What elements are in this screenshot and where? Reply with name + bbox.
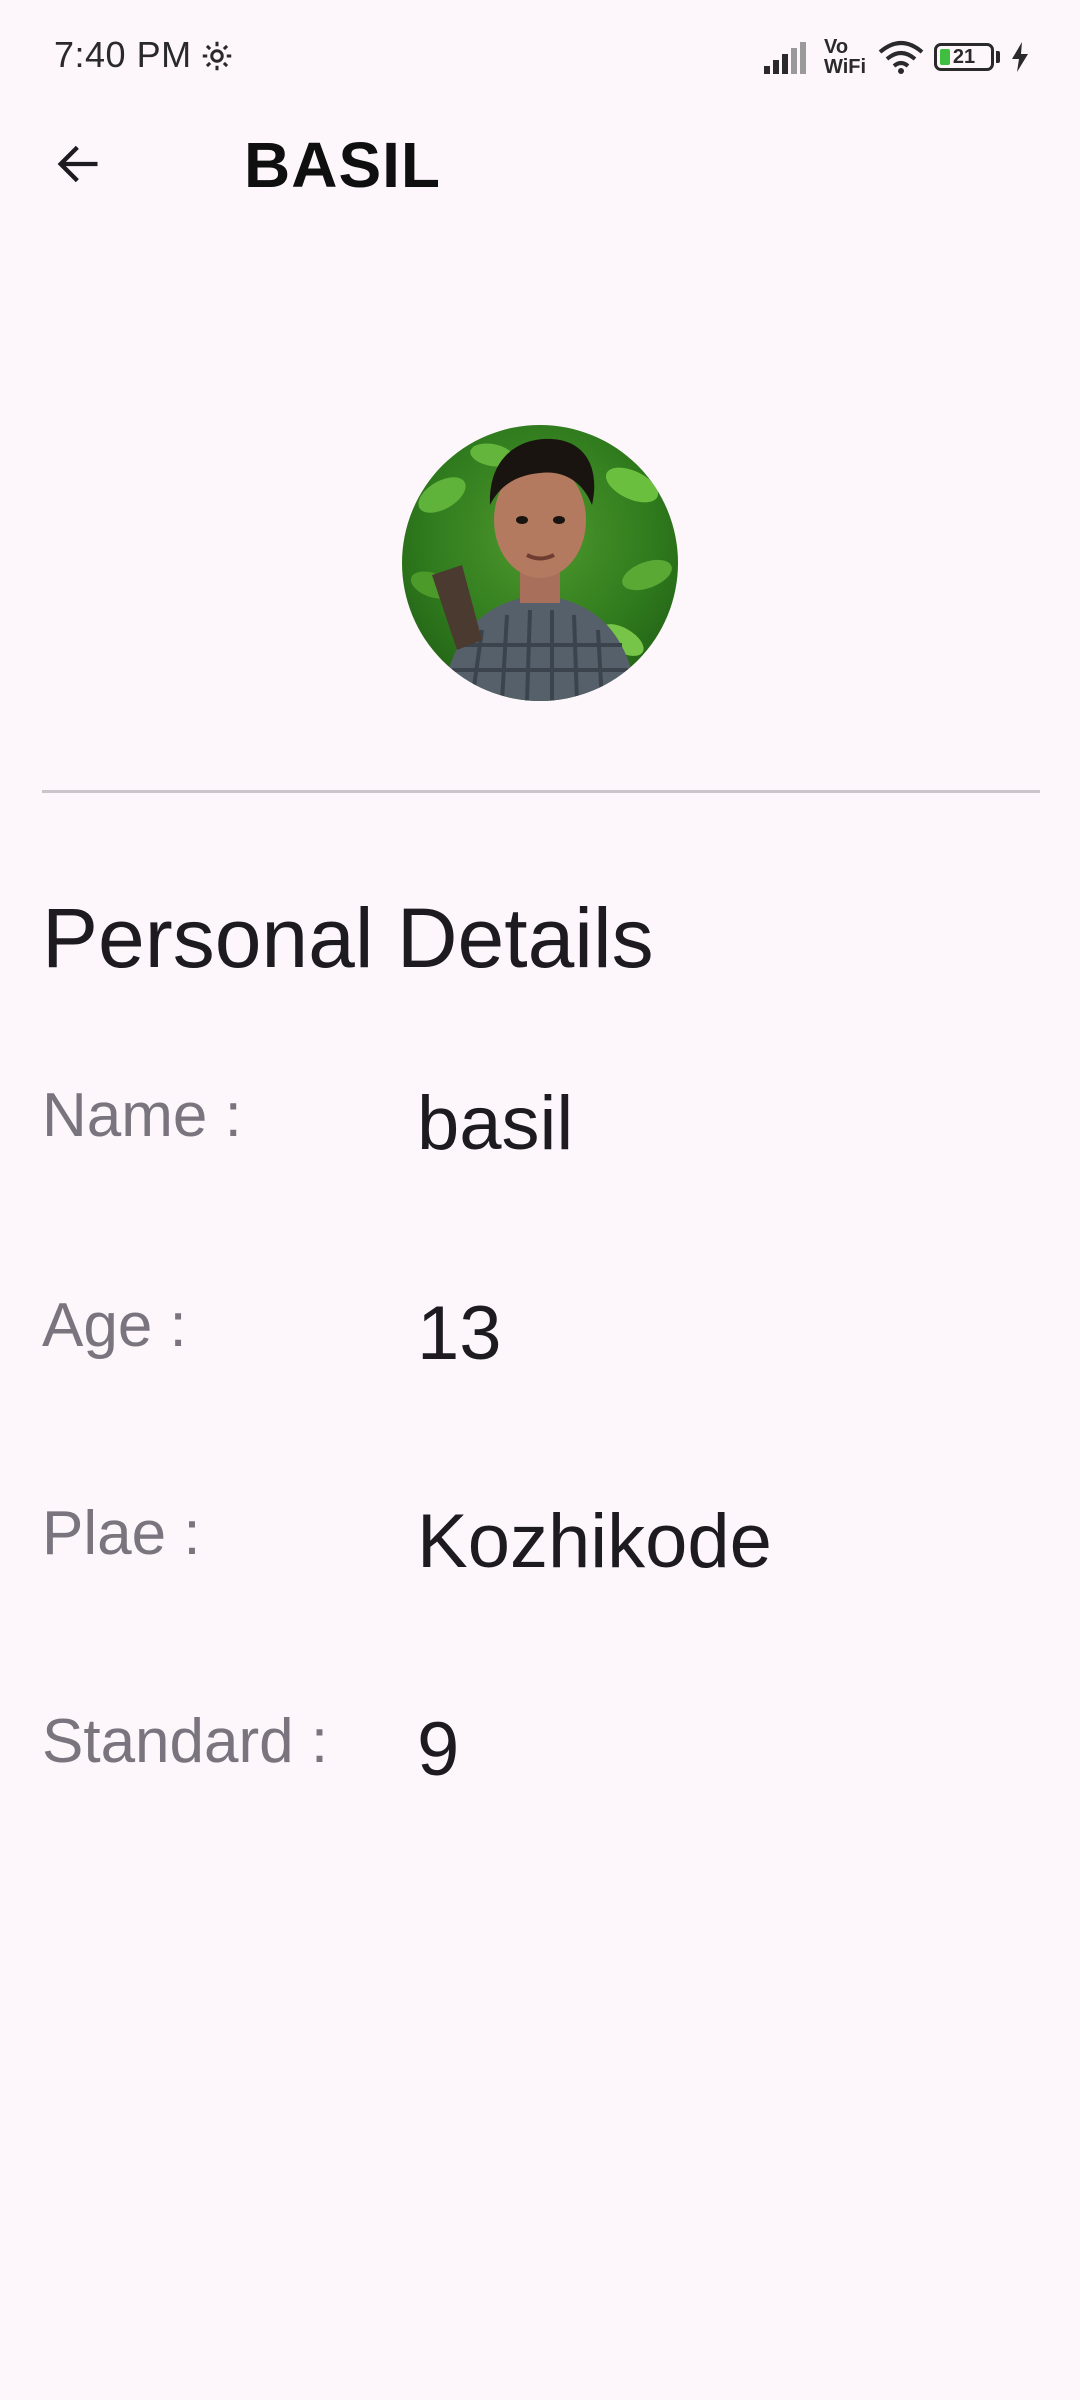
section-title: Personal Details <box>42 891 654 985</box>
status-time: 7:40 PM <box>54 34 192 75</box>
detail-label: Plae : <box>42 1499 201 1568</box>
detail-row-name: Name : basil <box>42 1080 1040 1180</box>
detail-label: Age : <box>42 1291 187 1360</box>
detail-value: Kozhikode <box>417 1499 772 1584</box>
back-button[interactable] <box>42 130 114 202</box>
battery-cap <box>996 51 1000 63</box>
detail-row-place: Plae : Kozhikode <box>42 1498 1040 1598</box>
battery-level: 21 <box>952 45 976 68</box>
detail-value: 13 <box>417 1291 502 1376</box>
signal-icon <box>764 40 814 74</box>
divider <box>42 790 1040 793</box>
detail-value: 9 <box>417 1707 460 1792</box>
detail-row-age: Age : 13 <box>42 1290 1040 1390</box>
detail-row-standard: Standard : 9 <box>42 1706 1040 1806</box>
detail-label: Name : <box>42 1081 242 1150</box>
page-title: BASIL <box>244 129 441 201</box>
wifi-icon <box>878 40 924 74</box>
vowifi-indicator: Vo WiFi <box>824 36 867 78</box>
detail-label: Standard : <box>42 1707 329 1776</box>
status-bar: 7:40 PM Vo WiFi 21 <box>0 0 1080 115</box>
gear-icon <box>199 38 235 74</box>
avatar <box>402 425 678 701</box>
battery-icon: 21 <box>934 43 994 71</box>
charging-bolt-icon <box>1010 42 1030 72</box>
arrow-left-icon <box>52 138 104 195</box>
detail-value: basil <box>417 1081 574 1166</box>
